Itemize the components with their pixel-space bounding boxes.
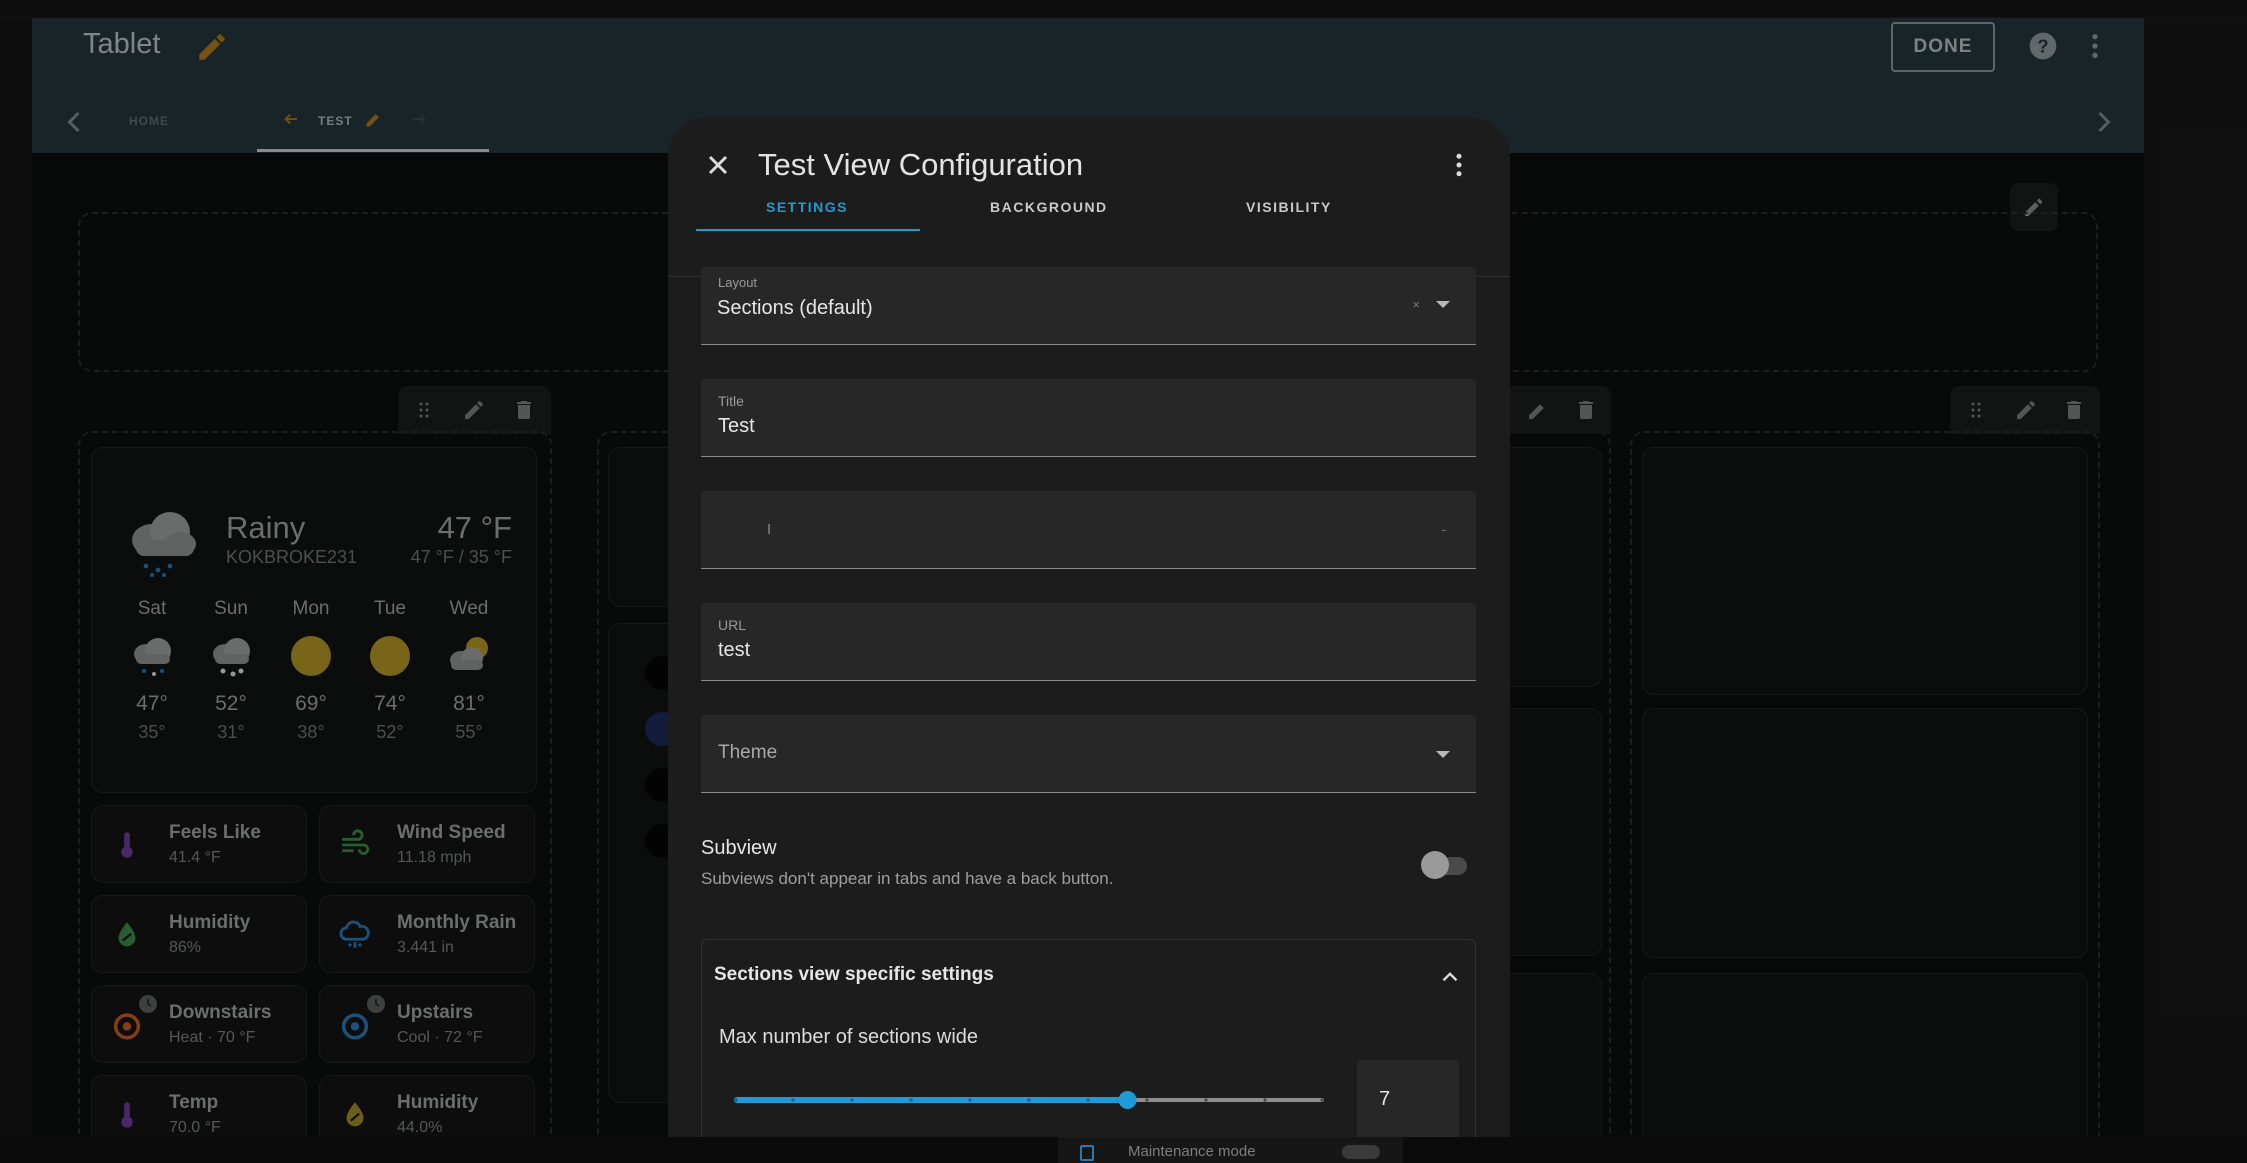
slider-tick [968, 1098, 972, 1102]
slider-thumb[interactable] [1118, 1091, 1137, 1109]
maintenance-toggle[interactable] [1342, 1145, 1380, 1159]
field-placeholder: Theme [718, 742, 778, 763]
view-config-dialog: Test View Configuration SETTINGS BACKGRO… [668, 117, 1510, 1137]
max-sections-value: 7 [1379, 1088, 1391, 1110]
shield-icon [1080, 1145, 1094, 1161]
field-value: Test [718, 415, 755, 437]
icon-value: I [767, 521, 772, 538]
slider-tick [1263, 1098, 1267, 1102]
dialog-title: Test View Configuration [758, 147, 1084, 182]
tab-settings[interactable]: SETTINGS [766, 199, 848, 215]
subview-description: Subviews don't appear in tabs and have a… [701, 869, 1114, 888]
max-sections-input[interactable]: 7 [1357, 1060, 1459, 1137]
screen: Tablet DONE ? HOME TEST Rainy KOKBROKE23… [0, 0, 2247, 1163]
slider-tick [734, 1098, 738, 1102]
slider-tick [909, 1098, 913, 1102]
slider-tick [850, 1098, 854, 1102]
url-field[interactable]: URL test [701, 603, 1476, 681]
max-sections-label: Max number of sections wide [719, 1026, 979, 1048]
field-label: Title [718, 393, 744, 409]
tab-visibility[interactable]: VISIBILITY [1246, 199, 1332, 215]
chevron-up-icon[interactable] [1437, 964, 1463, 990]
clear-icon[interactable]: × [1412, 297, 1420, 312]
maintenance-label: Maintenance mode [1128, 1143, 1256, 1160]
maintenance-row[interactable]: Maintenance mode [1058, 1137, 1403, 1163]
icon-field-trailing: - [1441, 521, 1446, 537]
theme-select[interactable]: Theme [701, 715, 1476, 793]
slider-tick [1145, 1098, 1149, 1102]
dropdown-arrow-icon[interactable] [1436, 301, 1450, 308]
dialog-header: Test View Configuration SETTINGS BACKGRO… [668, 117, 1510, 277]
slider-tick [1027, 1098, 1031, 1102]
field-label: Layout [718, 275, 758, 290]
slider-tick [1086, 1098, 1090, 1102]
subview-title: Subview [701, 837, 777, 859]
close-icon[interactable] [702, 149, 734, 181]
subview-toggle-knob[interactable] [1421, 851, 1449, 879]
active-tab-indicator [696, 229, 920, 231]
field-value: Sections (default) [717, 297, 873, 319]
field-value: test [718, 639, 751, 661]
slider-tick [1204, 1098, 1208, 1102]
dropdown-arrow-icon[interactable] [1436, 751, 1450, 758]
slider-tick [791, 1098, 795, 1102]
sections-settings-panel: Sections view specific settings Max numb… [701, 939, 1476, 1137]
icon-picker-field[interactable]: I - [701, 491, 1476, 569]
field-label: URL [718, 617, 747, 633]
slider-tick [1320, 1098, 1324, 1102]
max-sections-slider[interactable] [734, 1085, 1324, 1115]
title-field[interactable]: Title Test [701, 379, 1476, 457]
panel-title: Sections view specific settings [714, 964, 994, 985]
tab-background[interactable]: BACKGROUND [990, 199, 1108, 215]
more-vertical-icon[interactable] [1444, 150, 1474, 180]
layout-select[interactable]: Layout Sections (default) × [701, 267, 1476, 345]
